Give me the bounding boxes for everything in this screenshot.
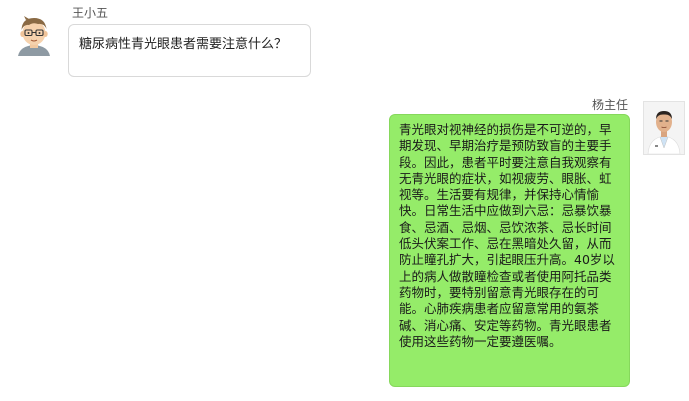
patient-message-bubble[interactable]: 糖尿病性青光眼患者需要注意什么？	[68, 24, 311, 77]
patient-name: 王小五	[72, 6, 109, 20]
chat-window: 王小五 糖尿病性青光眼患者需要注意什么？ 杨主任 青光眼对视神经的损伤是不可逆的…	[0, 0, 689, 401]
doctor-name: 杨主任	[591, 98, 628, 112]
doctor-message-bubble[interactable]: 青光眼对视神经的损伤是不可逆的，早期发现、早期治疗是预防致盲的主要手段。因此，患…	[389, 114, 630, 387]
doctor-avatar-icon[interactable]	[643, 101, 685, 155]
patient-avatar-icon[interactable]	[14, 14, 54, 56]
